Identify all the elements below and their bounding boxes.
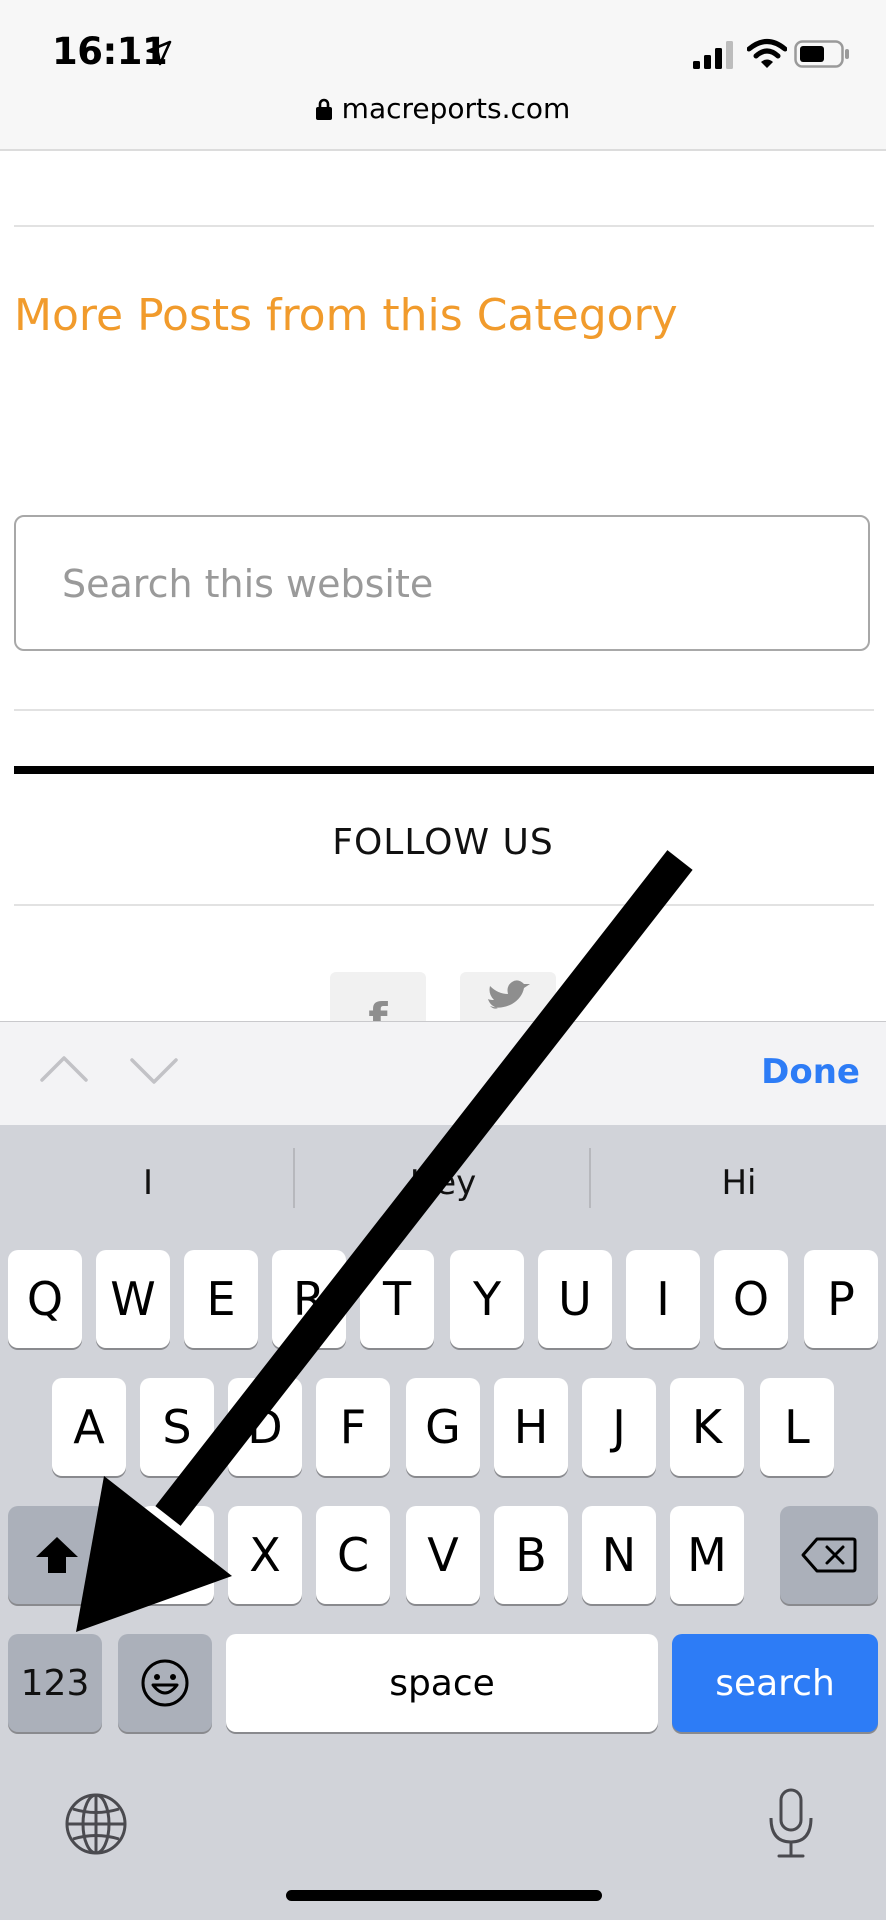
previous-field-button[interactable] (38, 1050, 90, 1090)
facebook-icon: f (368, 994, 388, 1022)
emoji-icon (141, 1659, 189, 1707)
space-key[interactable]: space (226, 1634, 658, 1732)
svg-text:f: f (368, 994, 388, 1022)
lock-icon (315, 98, 332, 120)
key-t[interactable]: T (360, 1250, 434, 1348)
suggestion-divider (293, 1148, 295, 1208)
battery-icon (794, 40, 849, 68)
cellular-signal-icon (693, 41, 733, 69)
numbers-key[interactable]: 123 (8, 1634, 102, 1732)
key-x[interactable]: X (228, 1506, 302, 1604)
key-c[interactable]: C (316, 1506, 390, 1604)
key-p[interactable]: P (804, 1250, 878, 1348)
done-button[interactable]: Done (740, 1052, 860, 1092)
browser-top-bar (0, 0, 886, 151)
next-field-button[interactable] (128, 1050, 180, 1090)
shift-icon (36, 1537, 78, 1573)
backspace-key[interactable] (780, 1506, 878, 1604)
twitter-link[interactable] (460, 972, 556, 1022)
microphone-icon[interactable] (766, 1788, 816, 1860)
backspace-icon (801, 1537, 857, 1573)
key-y[interactable]: Y (450, 1250, 524, 1348)
home-indicator (286, 1890, 602, 1901)
emoji-key[interactable] (118, 1634, 212, 1732)
key-m[interactable]: M (670, 1506, 744, 1604)
suggestion-2[interactable]: Hey (390, 1163, 496, 1203)
key-s[interactable]: S (140, 1378, 214, 1476)
divider (14, 709, 874, 711)
suggestion-divider (589, 1148, 591, 1208)
key-b[interactable]: B (494, 1506, 568, 1604)
key-k[interactable]: K (670, 1378, 744, 1476)
key-w[interactable]: W (96, 1250, 170, 1348)
globe-icon[interactable] (64, 1792, 128, 1856)
address-domain: macreports.com (341, 92, 571, 125)
key-i[interactable]: I (626, 1250, 700, 1348)
divider (14, 225, 874, 227)
key-h[interactable]: H (494, 1378, 568, 1476)
key-g[interactable]: G (406, 1378, 480, 1476)
key-d[interactable]: D (228, 1378, 302, 1476)
section-heading: More Posts from this Category (14, 290, 678, 341)
footer-rule (14, 766, 874, 774)
location-arrow-icon (146, 40, 172, 66)
wifi-icon (747, 39, 787, 68)
key-q[interactable]: Q (8, 1250, 82, 1348)
suggestion-3[interactable]: Hi (686, 1163, 792, 1203)
search-key[interactable]: search (672, 1634, 878, 1732)
follow-us-heading: FOLLOW US (332, 822, 554, 863)
search-input[interactable] (60, 517, 824, 651)
divider (14, 904, 874, 906)
key-j[interactable]: J (582, 1378, 656, 1476)
key-n[interactable]: N (582, 1506, 656, 1604)
shift-key[interactable] (8, 1506, 106, 1604)
key-z[interactable] (140, 1506, 214, 1604)
address-bar[interactable]: macreports.com (0, 92, 886, 125)
key-a[interactable]: A (52, 1378, 126, 1476)
key-f[interactable]: F (316, 1378, 390, 1476)
key-u[interactable]: U (538, 1250, 612, 1348)
twitter-icon (488, 980, 530, 1009)
key-o[interactable]: O (714, 1250, 788, 1348)
search-box[interactable] (14, 515, 870, 651)
key-e[interactable]: E (184, 1250, 258, 1348)
key-v[interactable]: V (406, 1506, 480, 1604)
key-l[interactable]: L (760, 1378, 834, 1476)
key-r[interactable]: R (272, 1250, 346, 1348)
suggestion-1[interactable]: I (96, 1163, 200, 1203)
facebook-link[interactable]: f (330, 972, 426, 1022)
